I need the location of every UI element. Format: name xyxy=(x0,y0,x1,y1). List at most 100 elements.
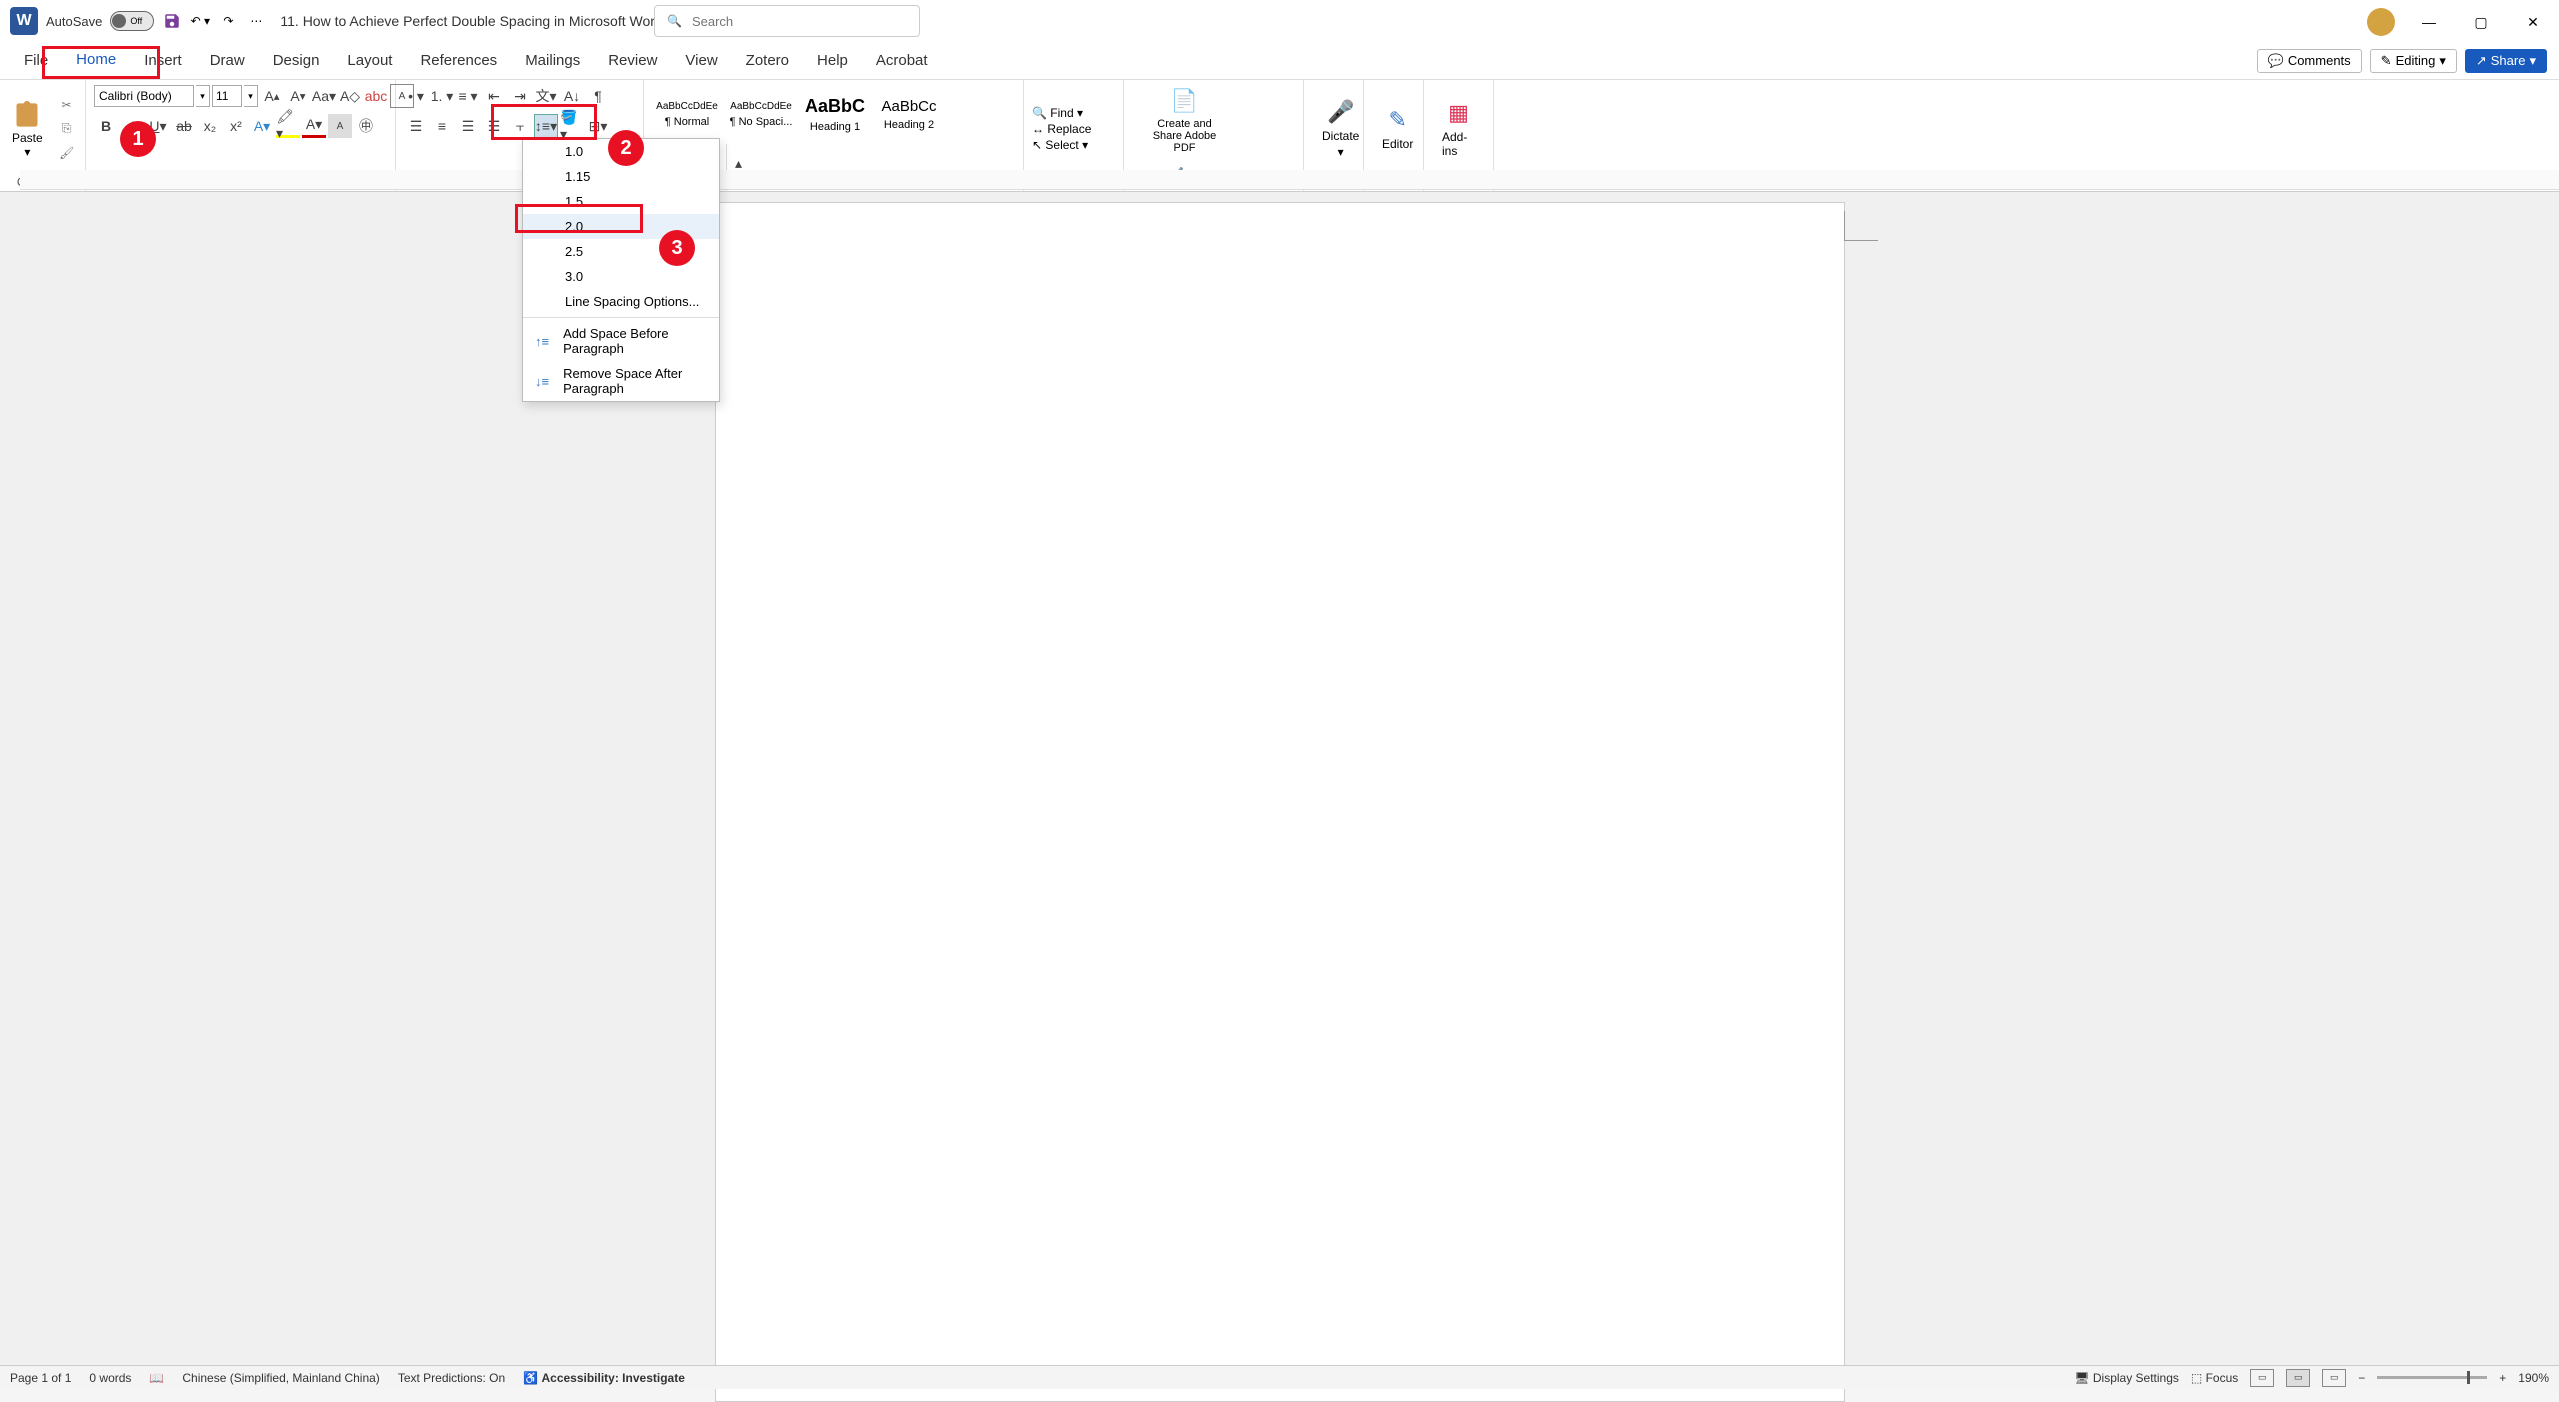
italic-button[interactable]: I xyxy=(120,114,144,138)
tab-acrobat[interactable]: Acrobat xyxy=(862,42,942,79)
font-color-icon[interactable]: A▾ xyxy=(302,114,326,138)
distributed-icon[interactable]: ⫟ xyxy=(508,114,532,138)
tab-draw[interactable]: Draw xyxy=(196,42,259,79)
strikethrough-button[interactable]: ab xyxy=(172,114,196,138)
save-icon[interactable] xyxy=(162,11,182,31)
sort-icon[interactable]: A↓ xyxy=(560,84,584,108)
align-center-icon[interactable]: ≡ xyxy=(430,114,454,138)
copy-icon[interactable]: ⎘ xyxy=(57,119,77,139)
comments-button[interactable]: 💬 Comments xyxy=(2257,49,2362,73)
print-layout-icon[interactable]: ▭ xyxy=(2286,1369,2310,1387)
underline-button[interactable]: U▾ xyxy=(146,114,170,138)
tab-review[interactable]: Review xyxy=(594,42,671,79)
display-settings-button[interactable]: 🖥 Display Settings xyxy=(2074,1371,2179,1385)
font-size-dropdown-icon[interactable]: ▾ xyxy=(244,85,258,107)
spacing-options[interactable]: Line Spacing Options... xyxy=(523,289,719,314)
share-button[interactable]: ↗ Share ▾ xyxy=(2465,49,2547,73)
document-title[interactable]: 11. How to Achieve Perfect Double Spacin… xyxy=(280,13,678,29)
font-name-input[interactable] xyxy=(94,85,194,107)
multilevel-list-icon[interactable]: ≡ ▾ xyxy=(456,84,480,108)
show-hide-icon[interactable]: ¶ xyxy=(586,84,610,108)
web-layout-icon[interactable]: ▭ xyxy=(2322,1369,2346,1387)
line-spacing-button[interactable]: ↕≡▾ xyxy=(534,114,558,138)
tab-mailings[interactable]: Mailings xyxy=(511,42,594,79)
page[interactable] xyxy=(715,202,1845,1402)
tab-view[interactable]: View xyxy=(671,42,731,79)
spacing-1-5[interactable]: 1.5 xyxy=(523,189,719,214)
phonetic-guide-icon[interactable]: abc xyxy=(364,84,388,108)
bold-button[interactable]: B xyxy=(94,114,118,138)
zoom-slider[interactable] xyxy=(2377,1376,2487,1379)
create-share-pdf-button[interactable]: 📄 Create and Share Adobe PDF xyxy=(1132,84,1237,158)
minimize-button[interactable]: — xyxy=(2411,8,2447,36)
superscript-button[interactable]: x² xyxy=(224,114,248,138)
text-effects-icon[interactable]: A▾ xyxy=(250,114,274,138)
style-heading-1[interactable]: AaBbC Heading 1 xyxy=(800,84,870,140)
close-button[interactable]: ✕ xyxy=(2515,8,2551,36)
style-normal[interactable]: AaBbCcDdEe ¶ Normal xyxy=(652,84,722,140)
select-button[interactable]: ↖ Select ▾ xyxy=(1032,138,1091,152)
spacing-2-0[interactable]: 2.0 xyxy=(523,214,719,239)
focus-button[interactable]: ⬚ Focus xyxy=(2191,1371,2238,1385)
tab-layout[interactable]: Layout xyxy=(333,42,406,79)
horizontal-ruler[interactable] xyxy=(20,170,2559,190)
style-heading-2[interactable]: AaBbCc Heading 2 xyxy=(874,84,944,140)
find-button[interactable]: 🔍 Find ▾ xyxy=(1032,106,1091,120)
spacing-2-5[interactable]: 2.5 xyxy=(523,239,719,264)
search-box[interactable]: 🔍 xyxy=(654,5,920,37)
status-spellcheck-icon[interactable]: 📖 xyxy=(149,1371,164,1385)
spacing-1-15[interactable]: 1.15 xyxy=(523,164,719,189)
font-name-dropdown-icon[interactable]: ▾ xyxy=(196,85,210,107)
bullets-icon[interactable]: • ▾ xyxy=(404,84,428,108)
status-words[interactable]: 0 words xyxy=(89,1371,131,1385)
read-mode-icon[interactable]: ▭ xyxy=(2250,1369,2274,1387)
tab-insert[interactable]: Insert xyxy=(130,42,196,79)
font-size-input[interactable] xyxy=(212,85,242,107)
increase-indent-icon[interactable]: ⇥ xyxy=(508,84,532,108)
spacing-3-0[interactable]: 3.0 xyxy=(523,264,719,289)
change-case-icon[interactable]: Aa▾ xyxy=(312,84,336,108)
borders-icon[interactable]: ⊞▾ xyxy=(586,114,610,138)
highlight-icon[interactable]: 🖍▾ xyxy=(276,114,300,138)
justify-icon[interactable]: ☰ xyxy=(482,114,506,138)
subscript-button[interactable]: x₂ xyxy=(198,114,222,138)
style-no-spacing[interactable]: AaBbCcDdEe ¶ No Spaci... xyxy=(726,84,796,140)
clear-formatting-icon[interactable]: A◇ xyxy=(338,84,362,108)
qat-customize-icon[interactable]: ⋯ xyxy=(246,11,266,31)
tab-file[interactable]: File xyxy=(10,42,62,79)
dictate-button[interactable]: 🎤 Dictate▾ xyxy=(1312,95,1369,163)
addins-button[interactable]: ▦ Add-ins xyxy=(1432,96,1485,162)
remove-space-after-item[interactable]: ↓≡ Remove Space After Paragraph xyxy=(523,361,719,401)
zoom-in-icon[interactable]: + xyxy=(2499,1371,2506,1385)
asian-layout-icon[interactable]: 文▾ xyxy=(534,84,558,108)
cut-icon[interactable]: ✂ xyxy=(57,95,77,115)
redo-icon[interactable]: ↷ xyxy=(218,11,238,31)
autosave-toggle[interactable]: Off xyxy=(110,11,154,31)
increase-font-icon[interactable]: A▴ xyxy=(260,84,284,108)
enclose-characters-icon[interactable]: ㊥ xyxy=(354,114,378,138)
tab-zotero[interactable]: Zotero xyxy=(732,42,803,79)
user-avatar[interactable] xyxy=(2367,8,2395,36)
zoom-level[interactable]: 190% xyxy=(2518,1371,2549,1385)
paste-button[interactable]: Paste ▾ xyxy=(8,95,47,163)
align-left-icon[interactable]: ☰ xyxy=(404,114,428,138)
decrease-font-icon[interactable]: A▾ xyxy=(286,84,310,108)
status-page[interactable]: Page 1 of 1 xyxy=(10,1371,71,1385)
tab-home[interactable]: Home xyxy=(62,42,130,79)
status-language[interactable]: Chinese (Simplified, Mainland China) xyxy=(182,1371,379,1385)
zoom-out-icon[interactable]: − xyxy=(2358,1371,2365,1385)
status-predictions[interactable]: Text Predictions: On xyxy=(398,1371,505,1385)
undo-icon[interactable]: ↶ ▾ xyxy=(190,11,210,31)
shading-icon[interactable]: 🪣▾ xyxy=(560,114,584,138)
search-input[interactable] xyxy=(692,14,907,29)
decrease-indent-icon[interactable]: ⇤ xyxy=(482,84,506,108)
numbering-icon[interactable]: 1. ▾ xyxy=(430,84,454,108)
status-accessibility[interactable]: ♿ Accessibility: Investigate xyxy=(523,1371,685,1385)
replace-button[interactable]: ↔ Replace xyxy=(1032,122,1091,136)
tab-help[interactable]: Help xyxy=(803,42,862,79)
maximize-button[interactable]: ▢ xyxy=(2463,8,2499,36)
spacing-1-0[interactable]: 1.0 xyxy=(523,139,719,164)
tab-design[interactable]: Design xyxy=(259,42,334,79)
align-right-icon[interactable]: ☰ xyxy=(456,114,480,138)
format-painter-icon[interactable]: 🖌 xyxy=(57,143,77,163)
